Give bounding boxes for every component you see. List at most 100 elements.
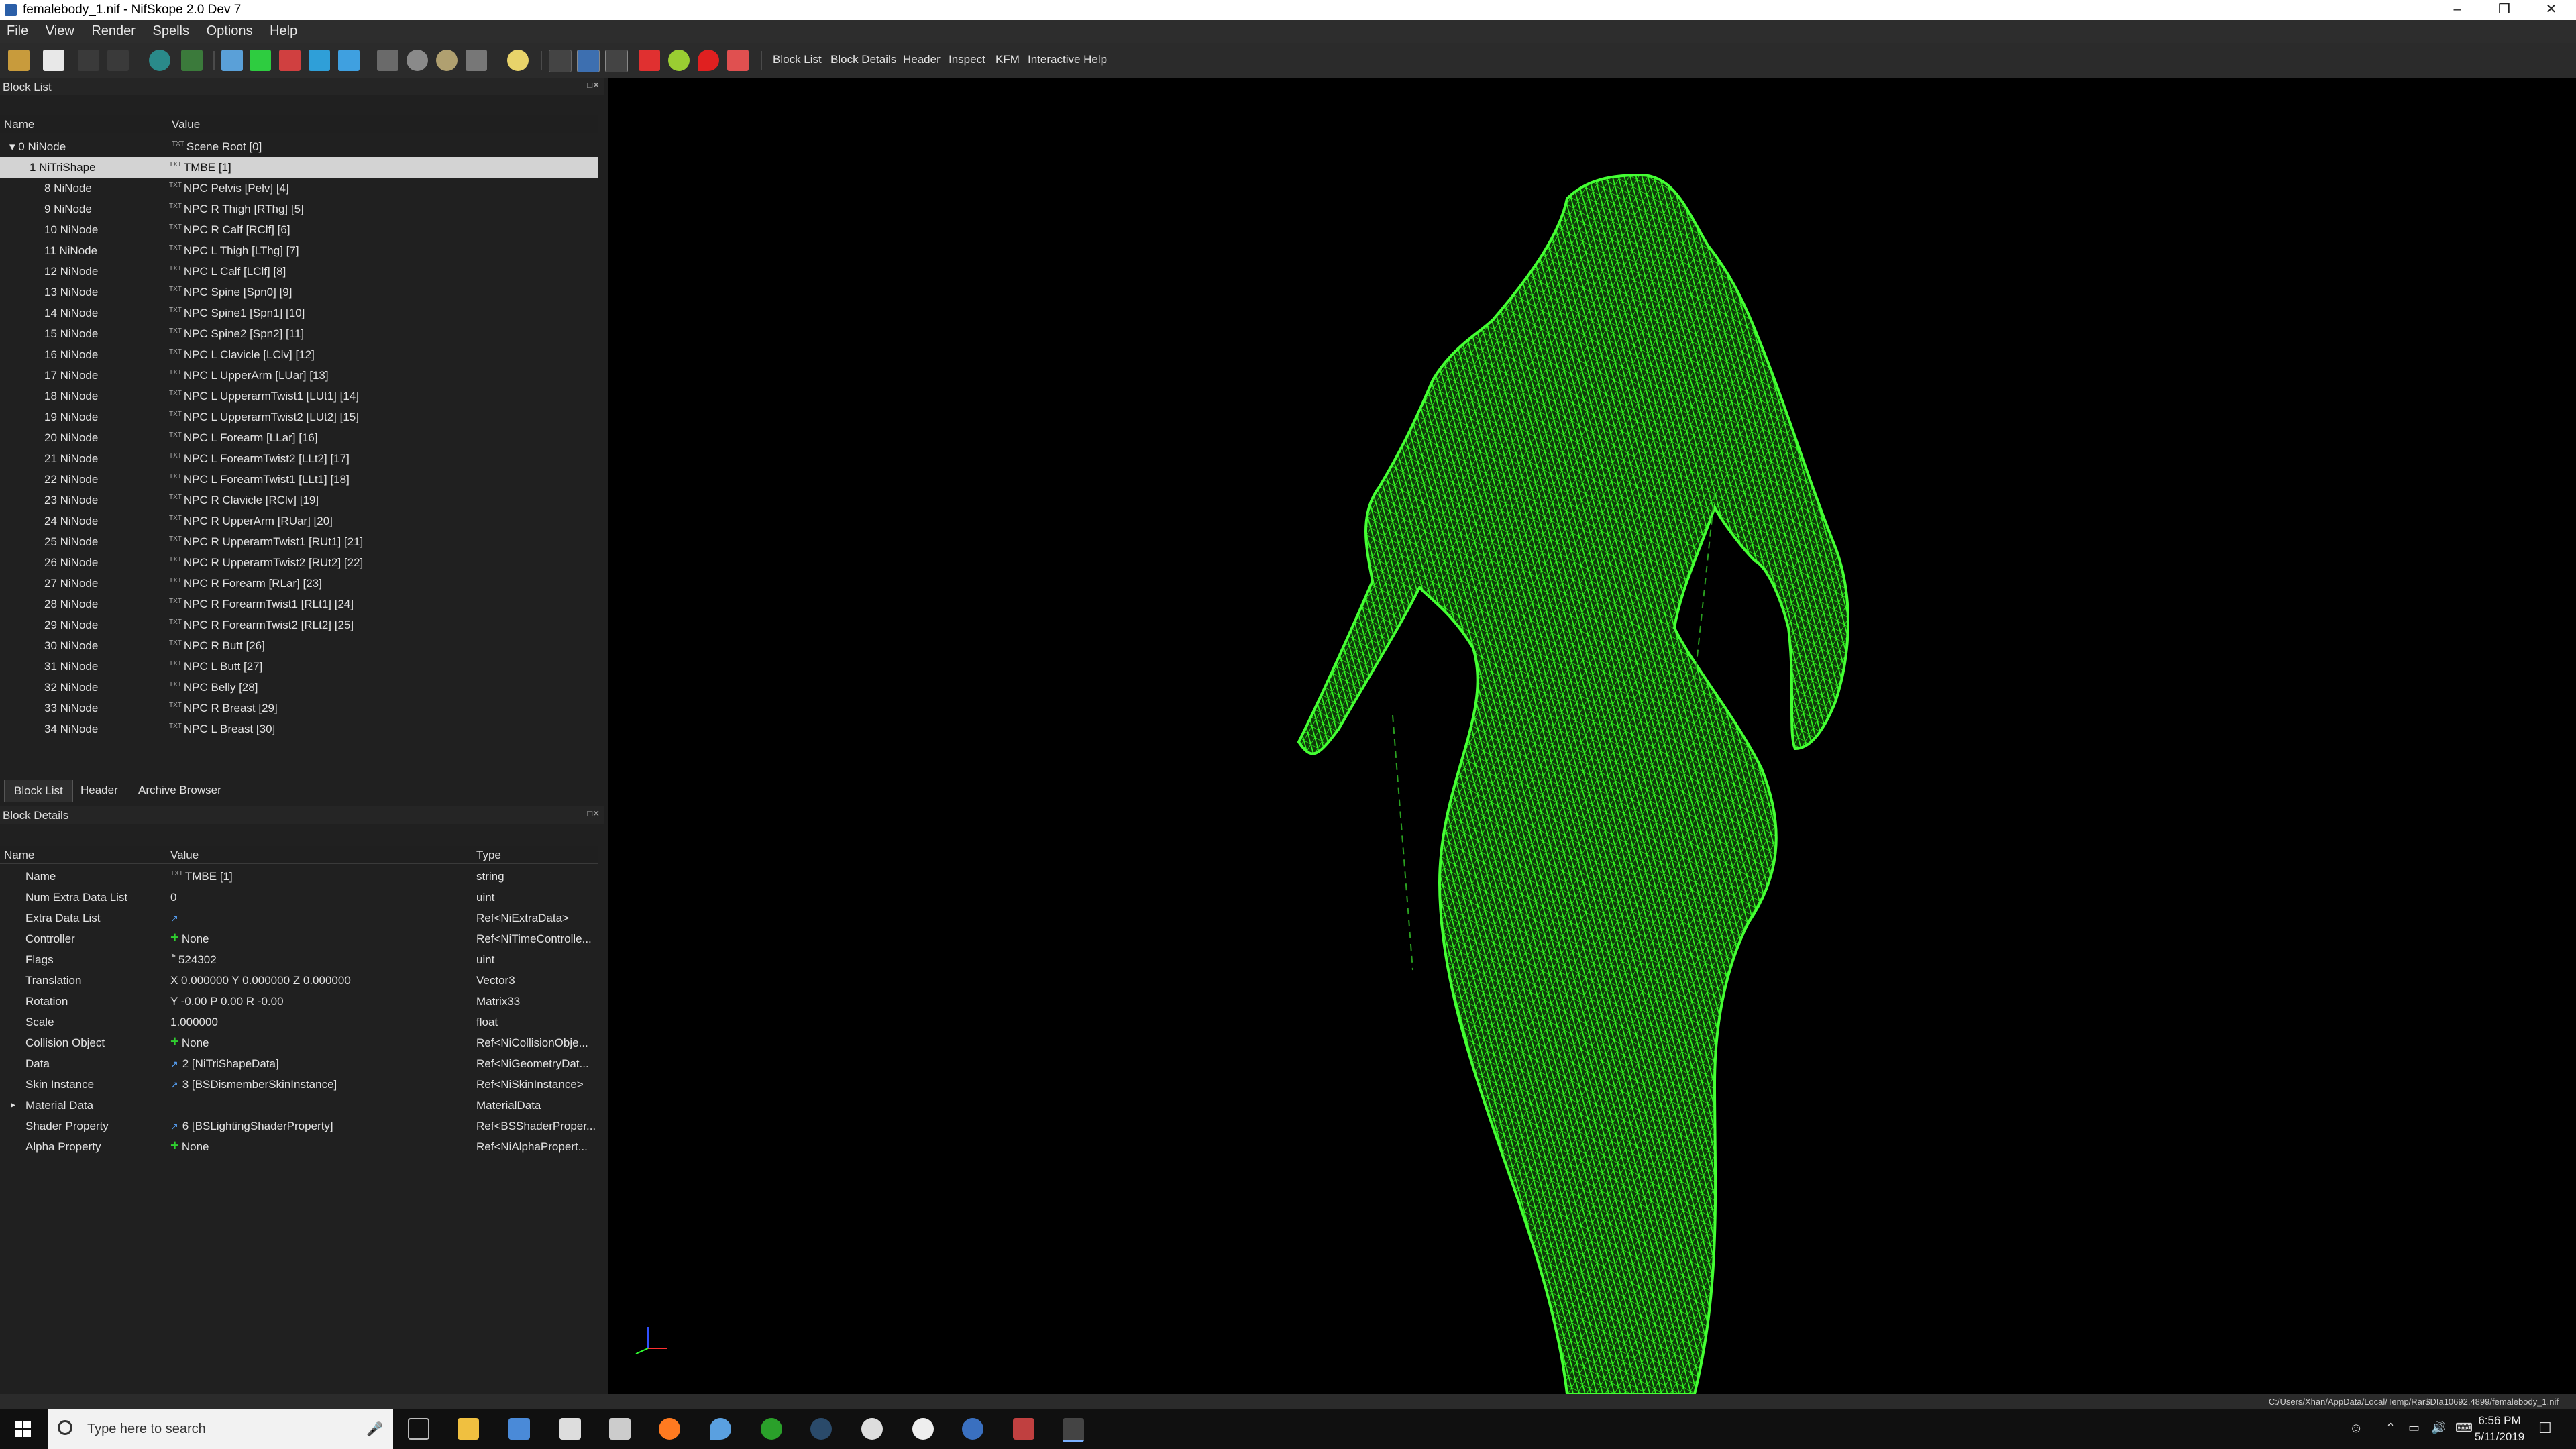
menu-render[interactable]: Render: [85, 20, 142, 39]
tree-row[interactable]: 19 NiNode TXT NPC L UpperarmTwist2 [LUt2] …: [0, 407, 598, 427]
load-view-icon[interactable]: [149, 50, 170, 71]
redo-icon[interactable]: [107, 50, 129, 71]
eye-icon[interactable]: [407, 50, 428, 71]
tree-row[interactable]: 28 NiNode TXT NPC R ForearmTwist1 [RLt1] […: [0, 594, 598, 614]
shader-icon[interactable]: [668, 50, 690, 71]
expand-arrow-icon[interactable]: ▸: [11, 1099, 15, 1110]
tree-row[interactable]: 27 NiNode TXT NPC R Forearm [RLar] [23]: [0, 573, 598, 594]
tree-row[interactable]: 15 NiNode TXT NPC Spine2 [Spn2] [11]: [0, 323, 598, 344]
link-icon[interactable]: ↗: [170, 1079, 178, 1090]
details-row[interactable]: Rotation Y -0.00 P 0.00 R -0.00 Matrix33: [0, 991, 598, 1012]
tree-row[interactable]: 25 NiNode TXT NPC R UpperarmTwist1 [RUt1] …: [0, 531, 598, 552]
tree-row[interactable]: 1 NiTriShape TXT TMBE [1]: [0, 157, 598, 178]
clock-app-icon[interactable]: [912, 1418, 934, 1440]
details-row[interactable]: Collision Object + None Ref<NiCollisionObje…: [0, 1032, 598, 1053]
col-value[interactable]: Value: [170, 849, 199, 862]
add-ref-icon[interactable]: +: [170, 1033, 179, 1050]
menu-spells[interactable]: Spells: [146, 20, 196, 39]
xbox-icon[interactable]: [761, 1418, 782, 1440]
nodes-icon[interactable]: [377, 50, 398, 71]
expand-arrow-icon[interactable]: ▾: [9, 140, 15, 153]
menu-options[interactable]: Options: [200, 20, 260, 39]
details-row[interactable]: Extra Data List ↗ Ref<NiExtraData>: [0, 908, 598, 928]
tree-row[interactable]: 22 NiNode TXT NPC L ForearmTwist1 [LLt1] […: [0, 469, 598, 490]
details-row[interactable]: ▸ Material Data MaterialData: [0, 1095, 598, 1116]
tree-row[interactable]: 8 NiNode TXT NPC Pelvis [Pelv] [4]: [0, 178, 598, 199]
drop-icon[interactable]: [710, 1418, 731, 1440]
red-block-icon[interactable]: [279, 50, 301, 71]
toolbar-block-details[interactable]: Block Details: [830, 53, 896, 66]
wireframe-icon[interactable]: [549, 50, 572, 72]
mail-icon[interactable]: [559, 1418, 581, 1440]
windows-start-icon[interactable]: [15, 1421, 31, 1437]
toolbar-interactive-help[interactable]: Interactive Help: [1028, 53, 1107, 66]
tree-row[interactable]: 14 NiNode TXT NPC Spine1 [Spn1] [10]: [0, 303, 598, 323]
float-close-icon[interactable]: □✕: [587, 80, 600, 91]
vertex-icon[interactable]: [577, 50, 600, 72]
details-row[interactable]: Data ↗ 2 [NiTriShapeData] Ref<NiGeometryDat…: [0, 1053, 598, 1074]
float-close-icon[interactable]: □✕: [587, 808, 600, 819]
winrar-icon[interactable]: [1013, 1418, 1034, 1440]
store-icon[interactable]: [508, 1418, 530, 1440]
toolbar-inspect[interactable]: Inspect: [949, 53, 985, 66]
camera-icon[interactable]: [221, 50, 243, 71]
sync-icon[interactable]: [962, 1418, 983, 1440]
nifskope-task-icon[interactable]: [1063, 1418, 1084, 1442]
microphone-icon[interactable]: 🎤: [366, 1421, 383, 1438]
network-icon[interactable]: ▭: [2408, 1421, 2420, 1435]
texture-icon[interactable]: [639, 50, 660, 71]
menu-view[interactable]: View: [39, 20, 81, 39]
tab-archive-browser[interactable]: Archive Browser: [129, 780, 231, 801]
details-row[interactable]: Scale 1.000000 float: [0, 1012, 598, 1032]
link-icon[interactable]: ↗: [170, 1121, 178, 1132]
details-row[interactable]: Skin Instance ↗ 3 [BSDismemberSkinInstance…: [0, 1074, 598, 1095]
minimize-button[interactable]: –: [2434, 0, 2481, 20]
maximize-button[interactable]: ❐: [2481, 0, 2528, 20]
details-row[interactable]: Shader Property ↗ 6 [BSLightingShaderPrope…: [0, 1116, 598, 1136]
screenshot-icon[interactable]: [466, 50, 487, 71]
tree-row[interactable]: 9 NiNode TXT NPC R Thigh [RThg] [5]: [0, 199, 598, 219]
tree-row[interactable]: 12 NiNode TXT NPC L Calf [LClf] [8]: [0, 261, 598, 282]
people-icon[interactable]: ☺: [2349, 1421, 2363, 1436]
tree-row[interactable]: 34 NiNode TXT NPC L Breast [30]: [0, 718, 598, 739]
search-box[interactable]: Type here to search 🎤: [48, 1409, 393, 1449]
tree-row[interactable]: 33 NiNode TXT NPC R Breast [29]: [0, 698, 598, 718]
link-icon[interactable]: ↗: [170, 913, 178, 924]
tree-row[interactable]: 21 NiNode TXT NPC L ForearmTwist2 [LLt2] […: [0, 448, 598, 469]
volume-icon[interactable]: 🔊: [2431, 1421, 2446, 1435]
undo-icon[interactable]: [78, 50, 99, 71]
light-bulb-icon[interactable]: [507, 50, 529, 71]
details-row[interactable]: Flags ⚑ 524302 uint: [0, 949, 598, 970]
link-icon[interactable]: ↗: [170, 1059, 178, 1069]
tree-row[interactable]: 20 NiNode TXT NPC L Forearm [LLar] [16]: [0, 427, 598, 448]
skin-icon[interactable]: [727, 50, 749, 71]
col-name[interactable]: Name: [4, 849, 34, 862]
tree-row[interactable]: 23 NiNode TXT NPC R Clavicle [RClv] [19]: [0, 490, 598, 511]
clock-time[interactable]: 6:56 PM: [2466, 1414, 2533, 1428]
select-icon[interactable]: [309, 50, 330, 71]
firefox-icon[interactable]: [659, 1418, 680, 1440]
col-name[interactable]: Name: [4, 118, 34, 131]
tree-row[interactable]: 32 NiNode TXT NPC Belly [28]: [0, 677, 598, 698]
menu-file[interactable]: File: [0, 20, 35, 39]
details-row[interactable]: Controller + None Ref<NiTimeControlle...: [0, 928, 598, 949]
menu-help[interactable]: Help: [263, 20, 304, 39]
add-ref-icon[interactable]: +: [170, 1137, 179, 1154]
col-value[interactable]: Value: [172, 118, 200, 131]
tree-row[interactable]: 13 NiNode TXT NPC Spine [Spn0] [9]: [0, 282, 598, 303]
tree-row[interactable]: 29 NiNode TXT NPC R ForearmTwist2 [RLt2] […: [0, 614, 598, 635]
tab-block-list[interactable]: Block List: [4, 780, 73, 802]
toolbar-header[interactable]: Header: [903, 53, 941, 66]
tab-header[interactable]: Header: [71, 780, 127, 801]
close-button[interactable]: ✕: [2528, 0, 2575, 20]
open-file-icon[interactable]: [8, 50, 30, 71]
details-row[interactable]: Name TXT TMBE [1] string: [0, 866, 598, 887]
cube-icon[interactable]: [338, 50, 360, 71]
task-view-icon[interactable]: [408, 1418, 429, 1440]
details-row[interactable]: Num Extra Data List 0 uint: [0, 887, 598, 908]
tree-root[interactable]: ▾ 0 NiNode TXT Scene Root [0]: [0, 136, 598, 157]
toolbar-kfm[interactable]: KFM: [996, 53, 1020, 66]
tree-row[interactable]: 11 NiNode TXT NPC L Thigh [LThg] [7]: [0, 240, 598, 261]
tree-row[interactable]: 30 NiNode TXT NPC R Butt [26]: [0, 635, 598, 656]
tray-chevron-icon[interactable]: ⌃: [2385, 1421, 2396, 1435]
